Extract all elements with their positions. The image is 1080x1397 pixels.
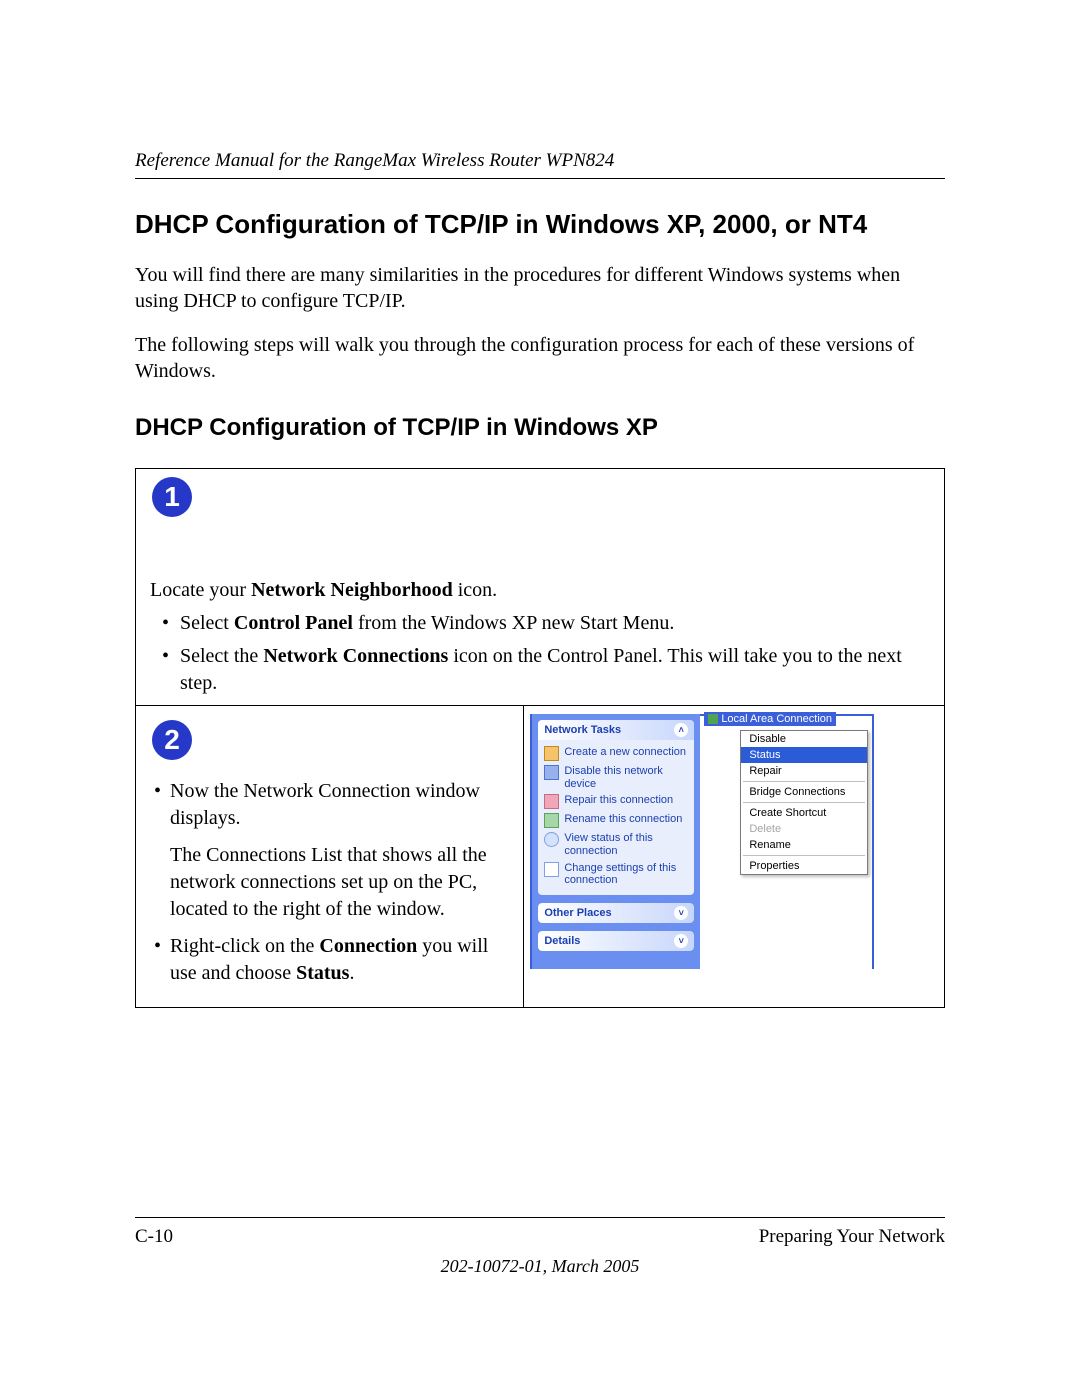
view-status-icon [544, 832, 559, 847]
page-footer: C-10 Preparing Your Network 202-10072-01… [135, 1217, 945, 1277]
text: Locate your [150, 579, 251, 601]
menu-item-repair[interactable]: Repair [741, 763, 867, 779]
link-label: Change settings of this connection [564, 862, 688, 887]
menu-item-shortcut[interactable]: Create Shortcut [741, 805, 867, 821]
chapter-title: Preparing Your Network [759, 1226, 945, 1248]
xp-task-link[interactable]: Disable this network device [544, 763, 688, 792]
connection-item[interactable]: Local Area Connection [704, 712, 836, 726]
xp-section-header[interactable]: Network Tasks ˄ [538, 720, 694, 740]
chevron-up-icon[interactable]: ˄ [674, 723, 688, 737]
text: Select [180, 612, 234, 634]
menu-separator [743, 781, 865, 782]
link-label: Rename this connection [564, 813, 682, 826]
chevron-down-icon[interactable]: ˅ [674, 934, 688, 948]
bold-term: Connection [319, 935, 417, 957]
menu-item-disable[interactable]: Disable [741, 731, 867, 747]
xp-section-header[interactable]: Other Places ˅ [538, 903, 694, 923]
xp-screenshot: Network Tasks ˄ Create a new connection … [530, 714, 938, 969]
section-heading-sub: DHCP Configuration of TCP/IP in Windows … [135, 414, 945, 442]
repair-icon [544, 794, 559, 809]
link-label: Repair this connection [564, 794, 673, 807]
list-item: Select Control Panel from the Windows XP… [150, 610, 930, 637]
link-label: Disable this network device [564, 765, 688, 790]
text: Right-click on the [170, 935, 319, 957]
text: from the Windows XP new Start Menu. [353, 612, 674, 634]
list-item: Now the Network Connection window displa… [150, 778, 509, 923]
chevron-down-icon[interactable]: ˅ [674, 906, 688, 920]
xp-section-title: Network Tasks [544, 724, 621, 736]
xp-task-link[interactable]: Repair this connection [544, 792, 688, 811]
list-item: Right-click on the Connection you will u… [150, 933, 509, 987]
bold-term: Control Panel [234, 612, 353, 634]
text: . [349, 962, 354, 984]
connection-label: Local Area Connection [721, 713, 832, 725]
paragraph: The following steps will walk you throug… [135, 332, 945, 384]
context-menu: Disable Status Repair Bridge Connections… [740, 730, 868, 875]
xp-content-pane: Local Area Connection Disable Status Rep… [700, 714, 874, 969]
xp-section-title: Details [544, 935, 580, 947]
menu-separator [743, 855, 865, 856]
section-heading-main: DHCP Configuration of TCP/IP in Windows … [135, 209, 945, 240]
xp-task-link[interactable]: Rename this connection [544, 811, 688, 830]
step-number-badge: 2 [152, 720, 192, 760]
xp-section-title: Other Places [544, 907, 611, 919]
text: icon. [453, 579, 497, 601]
menu-item-rename[interactable]: Rename [741, 837, 867, 853]
xp-section-header[interactable]: Details ˅ [538, 931, 694, 951]
menu-separator [743, 802, 865, 803]
xp-task-link[interactable]: Change settings of this connection [544, 860, 688, 889]
link-label: View status of this connection [564, 832, 688, 857]
disable-icon [544, 765, 559, 780]
menu-item-properties[interactable]: Properties [741, 858, 867, 874]
network-icon [708, 714, 718, 724]
text: Now the Network Connection window displa… [170, 780, 480, 829]
step-number-badge: 1 [152, 477, 192, 517]
text: Select the [180, 645, 263, 667]
link-label: Create a new connection [564, 746, 686, 759]
menu-item-delete: Delete [741, 821, 867, 837]
new-connection-icon [544, 746, 559, 761]
doc-revision: 202-10072-01, March 2005 [135, 1256, 945, 1277]
xp-side-pane: Network Tasks ˄ Create a new connection … [530, 714, 700, 969]
xp-task-link[interactable]: Create a new connection [544, 744, 688, 763]
rename-icon [544, 813, 559, 828]
paragraph: You will find there are many similaritie… [135, 262, 945, 314]
list-item: Select the Network Connections icon on t… [150, 643, 930, 697]
page-number: C-10 [135, 1226, 173, 1248]
running-header: Reference Manual for the RangeMax Wirele… [135, 150, 945, 179]
text: The Connections List that shows all the … [170, 842, 509, 923]
settings-icon [544, 862, 559, 877]
steps-table: 1 Locate your Network Neighborhood icon.… [135, 468, 945, 1008]
bold-term: Status [296, 962, 349, 984]
menu-item-status[interactable]: Status [741, 747, 867, 763]
xp-task-link[interactable]: View status of this connection [544, 830, 688, 859]
menu-item-bridge[interactable]: Bridge Connections [741, 784, 867, 800]
bold-term: Network Neighborhood [251, 579, 453, 601]
bold-term: Network Connections [263, 645, 448, 667]
